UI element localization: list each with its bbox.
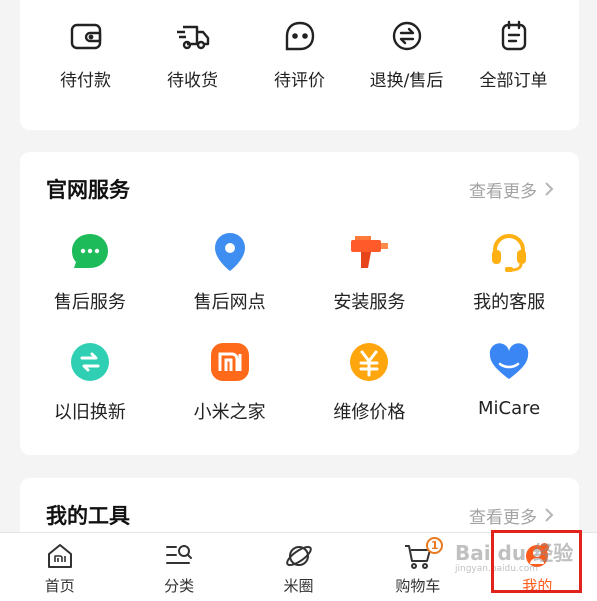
service-micare[interactable]: MiCare bbox=[439, 340, 579, 424]
mi-logo-icon bbox=[210, 343, 249, 381]
service-label: 安装服务 bbox=[333, 292, 406, 313]
planet-icon bbox=[285, 545, 312, 567]
orders-card: 待付款 待收货 待评价 退换/售后 全部订单 bbox=[20, 0, 579, 130]
section-title: 我的工具 bbox=[46, 504, 130, 528]
location-pin-icon bbox=[214, 233, 245, 271]
exchange-icon bbox=[392, 21, 421, 51]
order-pending-payment[interactable]: 待付款 bbox=[36, 18, 136, 91]
notification-dot bbox=[539, 543, 549, 552]
service-label: 售后服务 bbox=[53, 292, 126, 313]
cart-count-badge: 1 bbox=[426, 537, 444, 554]
view-more-label: 查看更多 bbox=[469, 181, 537, 202]
order-item-label: 退换/售后 bbox=[369, 71, 444, 91]
trade-in-icon bbox=[70, 343, 109, 381]
view-more-link[interactable]: 查看更多 bbox=[469, 177, 555, 202]
yuan-coin-icon bbox=[350, 343, 389, 381]
comment-icon bbox=[285, 21, 314, 51]
tab-category[interactable]: 分类 bbox=[119, 533, 238, 601]
service-label: 维修价格 bbox=[333, 402, 406, 423]
service-label: 以旧换新 bbox=[53, 402, 126, 423]
tab-home[interactable]: 首页 bbox=[0, 533, 119, 601]
wallet-icon bbox=[70, 23, 101, 50]
service-installation[interactable]: 安装服务 bbox=[300, 230, 440, 314]
service-repair-price[interactable]: 维修价格 bbox=[300, 340, 440, 424]
tab-profile[interactable]: 我的 bbox=[478, 533, 597, 601]
tab-cart[interactable]: 1 购物车 bbox=[358, 533, 477, 601]
order-pending-review[interactable]: 待评价 bbox=[250, 18, 350, 91]
order-pending-receipt[interactable]: 待收货 bbox=[143, 18, 243, 91]
chat-bubble-icon bbox=[71, 234, 108, 268]
heart-icon bbox=[489, 343, 529, 379]
truck-icon bbox=[176, 25, 209, 50]
category-icon bbox=[166, 545, 193, 564]
service-label: MiCare bbox=[478, 398, 541, 419]
service-label: 售后网点 bbox=[193, 292, 266, 313]
chevron-right-icon bbox=[545, 182, 554, 196]
drill-icon bbox=[351, 236, 389, 268]
service-my-support[interactable]: 我的客服 bbox=[439, 230, 579, 314]
tab-label: 首页 bbox=[44, 577, 75, 595]
home-icon bbox=[47, 544, 72, 568]
service-label: 我的客服 bbox=[473, 292, 546, 313]
bottom-tab-bar: 首页 分类 米圈 1 购物车 我的 bbox=[0, 532, 597, 601]
service-after-sales[interactable]: 售后服务 bbox=[20, 230, 160, 314]
order-item-label: 待评价 bbox=[274, 71, 325, 91]
section-title: 官网服务 bbox=[46, 178, 130, 202]
order-list-icon bbox=[501, 20, 526, 51]
service-label: 小米之家 bbox=[193, 402, 266, 423]
view-more-link[interactable]: 查看更多 bbox=[469, 503, 555, 528]
official-services-card: 官网服务 查看更多 售后服务 售后网点 安装服务 我的客服 以旧换新 小米之家 … bbox=[20, 152, 579, 455]
chevron-right-icon bbox=[545, 508, 554, 522]
order-all[interactable]: 全部订单 bbox=[464, 18, 564, 91]
headset-icon bbox=[492, 234, 527, 272]
view-more-label: 查看更多 bbox=[469, 507, 537, 528]
order-item-label: 待付款 bbox=[60, 71, 111, 91]
service-trade-in[interactable]: 以旧换新 bbox=[20, 340, 160, 424]
service-outlets[interactable]: 售后网点 bbox=[160, 230, 300, 314]
service-mi-home[interactable]: 小米之家 bbox=[160, 340, 300, 424]
order-item-label: 待收货 bbox=[167, 71, 218, 91]
tab-label: 分类 bbox=[164, 577, 195, 595]
order-item-label: 全部订单 bbox=[479, 71, 548, 91]
order-returns[interactable]: 退换/售后 bbox=[357, 18, 457, 91]
tab-label: 购物车 bbox=[395, 577, 441, 595]
tab-label: 我的 bbox=[522, 577, 553, 595]
tab-label: 米圈 bbox=[283, 577, 314, 595]
tab-mi-circle[interactable]: 米圈 bbox=[239, 533, 358, 601]
